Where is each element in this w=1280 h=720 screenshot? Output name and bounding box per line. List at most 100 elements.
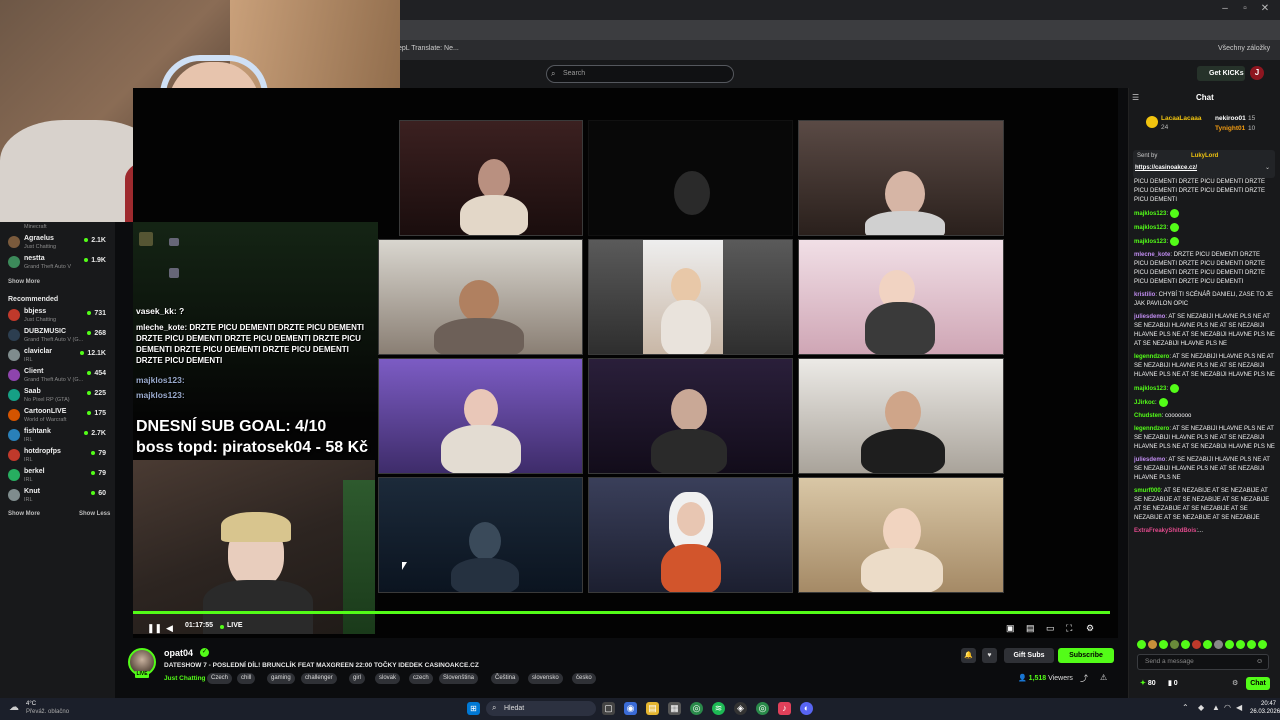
- chat-username[interactable]: juliesdemo: [1134, 457, 1165, 463]
- stream-tag[interactable]: česko: [572, 673, 596, 684]
- report-icon[interactable]: ⚠: [1100, 673, 1107, 682]
- show-more-button[interactable]: Show More: [8, 511, 40, 517]
- sidebar-item-recommended[interactable]: DUBZMUSIC Grand Theft Auto V (G... 268: [8, 327, 110, 347]
- channel-name[interactable]: opat04: [164, 648, 193, 658]
- show-more-button[interactable]: Show More: [8, 279, 40, 285]
- stream-tag[interactable]: girl: [349, 673, 366, 684]
- clip-icon[interactable]: ▤: [1026, 622, 1035, 634]
- settings-icon[interactable]: ⚙: [1086, 622, 1094, 634]
- gift-subs-button[interactable]: Gift Subs: [1004, 648, 1054, 663]
- leaderboard-user[interactable]: nekiroo01: [1215, 115, 1246, 122]
- emote-icon[interactable]: [1181, 640, 1190, 649]
- app-icon[interactable]: ◈: [734, 702, 747, 715]
- emote-icon[interactable]: [1236, 640, 1245, 649]
- follow-heart-icon[interactable]: ♥: [982, 648, 997, 663]
- chevron-down-icon[interactable]: ⌄: [1265, 164, 1270, 171]
- sidebar-item-followed[interactable]: Agraelus Just Chatting 2.1K: [8, 234, 110, 254]
- sidebar-item-recommended[interactable]: Knut IRL 60: [8, 487, 110, 507]
- emoji-icon[interactable]: ☺: [1256, 658, 1263, 665]
- sidebar-item-recommended[interactable]: Saab No Pixel RP (GTA) 225: [8, 387, 110, 407]
- emote-icon[interactable]: [1192, 640, 1201, 649]
- stream-tag[interactable]: slovak: [375, 673, 401, 684]
- notification-bell-icon[interactable]: 🔔: [961, 648, 976, 663]
- file-explorer-icon[interactable]: ▤: [646, 702, 659, 715]
- chat-send-button[interactable]: Chat: [1246, 677, 1270, 690]
- maximize-icon[interactable]: ▫: [1238, 3, 1252, 15]
- stream-tag[interactable]: gaming: [267, 673, 295, 684]
- discord-icon[interactable]: ◐: [800, 702, 813, 715]
- chrome-icon[interactable]: ◎: [756, 702, 769, 715]
- emote-icon[interactable]: [1258, 640, 1267, 649]
- copilot-icon[interactable]: ◉: [624, 702, 637, 715]
- chat-username[interactable]: Chudsten: [1134, 413, 1162, 419]
- emote-icon[interactable]: [1214, 640, 1223, 649]
- chat-username[interactable]: majklos123: [1134, 386, 1166, 392]
- all-bookmarks[interactable]: Všechny záložky: [1218, 45, 1270, 52]
- stream-tag[interactable]: challenger: [301, 673, 337, 684]
- wifi-icon[interactable]: ◠: [1224, 703, 1231, 712]
- sidebar-item-recommended[interactable]: CartoonLIVE World of Warcraft 175: [8, 407, 110, 427]
- emote-icon[interactable]: [1137, 640, 1146, 649]
- tiktok-icon[interactable]: ♪: [778, 702, 791, 715]
- chat-username[interactable]: legenndzero: [1134, 354, 1169, 360]
- task-view-icon[interactable]: ▢: [602, 702, 615, 715]
- chat-username[interactable]: legenndzero: [1134, 426, 1169, 432]
- collapse-chat-icon[interactable]: ☰: [1132, 93, 1139, 102]
- sidebar-item-followed[interactable]: nestta Grand Theft Auto V 1.9K: [8, 254, 110, 274]
- chrome-icon[interactable]: ◎: [690, 702, 703, 715]
- share-icon[interactable]: ⤴: [1080, 673, 1088, 684]
- volume-icon[interactable]: ◀: [166, 622, 173, 634]
- taskbar-clock[interactable]: 20:47 26.03.2026: [1250, 700, 1280, 716]
- spotify-icon[interactable]: ≋: [712, 702, 725, 715]
- chat-username[interactable]: JJirkoc: [1134, 400, 1155, 406]
- chat-username[interactable]: smurf000: [1134, 488, 1161, 494]
- stream-tag[interactable]: Slovenština: [439, 673, 479, 684]
- show-less-button[interactable]: Show Less: [79, 511, 110, 517]
- chat-username[interactable]: kristilio: [1134, 292, 1155, 298]
- sidebar-item-recommended[interactable]: claviclar IRL 12.1K: [8, 347, 110, 367]
- chat-settings-icon[interactable]: ⚙: [1232, 679, 1238, 687]
- bookmark-translate[interactable]: epL Translate: Ne...: [398, 45, 459, 52]
- stream-tag[interactable]: Czech: [207, 673, 233, 684]
- emote-icon[interactable]: [1203, 640, 1212, 649]
- tray-icon[interactable]: ▲: [1212, 703, 1220, 712]
- sidebar-item-recommended[interactable]: fishtank IRL 2.7K: [8, 427, 110, 447]
- leaderboard-user[interactable]: Tynight01: [1215, 125, 1245, 132]
- chat-username[interactable]: majklos123: [1134, 211, 1166, 217]
- chat-username[interactable]: mlecne_kote: [1134, 252, 1170, 258]
- sidebar-item-recommended[interactable]: bbjess Just Chatting 731: [8, 307, 110, 327]
- stream-tag[interactable]: czech: [409, 673, 433, 684]
- progress-bar[interactable]: [133, 611, 1110, 614]
- close-icon[interactable]: ✕: [1258, 3, 1272, 15]
- emote-icon[interactable]: [1247, 640, 1256, 649]
- chat-input[interactable]: Send a message: [1137, 654, 1269, 670]
- sidebar-item-recommended[interactable]: hotdropfps IRL 79: [8, 447, 110, 467]
- stream-tag[interactable]: chill: [237, 673, 256, 684]
- user-avatar[interactable]: J: [1250, 66, 1264, 80]
- pinned-link[interactable]: https://casinoakce.cz/: [1135, 165, 1197, 171]
- stream-category[interactable]: Just Chatting: [164, 675, 206, 682]
- emote-icon[interactable]: [1170, 640, 1179, 649]
- fullscreen-icon[interactable]: ⛶: [1066, 622, 1072, 634]
- stream-tag[interactable]: Čeština: [491, 673, 520, 684]
- tray-chevron-icon[interactable]: ⌃: [1182, 703, 1189, 712]
- weather-widget[interactable]: 4°C Převáž. oblačno: [26, 700, 69, 716]
- stream-tag[interactable]: slovensko: [528, 673, 563, 684]
- chat-username[interactable]: majklos123: [1134, 225, 1166, 231]
- emote-icon[interactable]: [1148, 640, 1157, 649]
- sidebar-item-recommended[interactable]: Client Grand Theft Auto V (G... 454: [8, 367, 110, 387]
- theater-icon[interactable]: ▭: [1046, 622, 1055, 634]
- pause-icon[interactable]: ❚❚: [147, 622, 162, 634]
- windows-start-icon[interactable]: ⊞: [467, 702, 480, 715]
- taskbar-search[interactable]: Hledat: [486, 701, 596, 716]
- tray-icon[interactable]: ◆: [1198, 703, 1204, 712]
- minimize-icon[interactable]: –: [1218, 3, 1232, 15]
- get-kicks-button[interactable]: Get KICKs: [1197, 66, 1245, 81]
- leaderboard-user[interactable]: LacaaLacaaa: [1161, 115, 1201, 122]
- chat-username[interactable]: ExtraFreakyShitdBois: [1134, 528, 1196, 534]
- chat-username[interactable]: majklos123: [1134, 239, 1166, 245]
- subscribe-button[interactable]: Subscribe: [1058, 648, 1114, 663]
- search-input[interactable]: Search: [546, 65, 734, 83]
- volume-icon[interactable]: ◀: [1236, 703, 1242, 712]
- emote-icon[interactable]: [1159, 640, 1168, 649]
